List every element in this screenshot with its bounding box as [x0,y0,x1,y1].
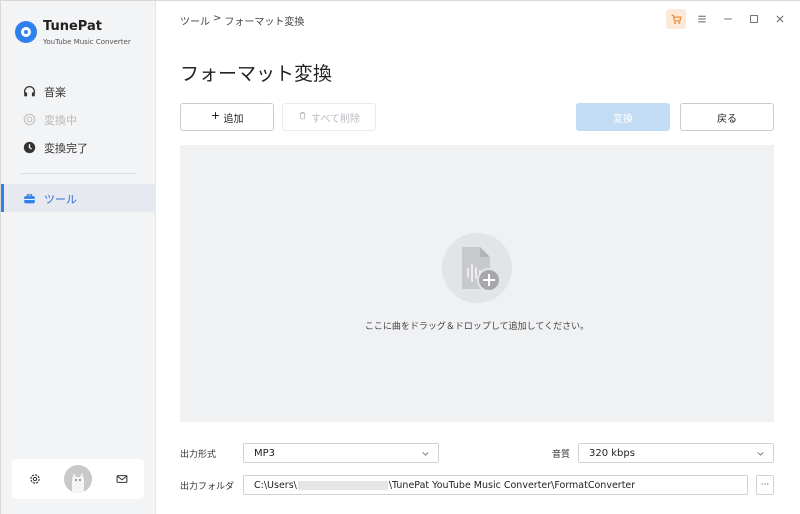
avatar[interactable] [64,465,92,493]
output-folder-suffix: \TunePat YouTube Music Converter\FormatC… [388,479,636,491]
breadcrumb: ツール > フォーマット変換 [180,13,304,28]
delete-all-button[interactable]: すべて削除 [282,103,376,131]
sidebar-bottom-panel [12,459,144,499]
close-icon[interactable] [770,9,790,29]
add-audio-file-icon [442,233,512,303]
minimize-icon[interactable] [718,9,738,29]
chevron-down-icon [755,448,765,458]
breadcrumb-current: フォーマット変換 [224,17,305,28]
headphones-icon [21,83,37,99]
tunepat-logo-icon [15,21,37,43]
app-window: TunePat YouTube Music Converter 音楽 変換中 変… [0,0,800,514]
converting-icon [21,111,37,127]
app-subtitle: YouTube Music Converter [43,38,131,46]
sidebar-item-tools[interactable]: ツール [1,184,156,212]
output-format-value: MP3 [254,447,276,459]
sidebar-divider [21,173,136,174]
maximize-icon[interactable] [744,9,764,29]
browse-folder-button[interactable]: ··· [756,475,774,495]
quality-label: 音質 [552,450,571,460]
sidebar-item-converted[interactable]: 変換完了 [1,133,156,161]
sidebar-item-label: 変換完了 [44,142,88,155]
sidebar-item-converting[interactable]: 変換中 [1,105,156,133]
quality-value: 320 kbps [589,447,635,459]
convert-button[interactable]: 変換 [576,103,670,131]
back-button[interactable]: 戻る [680,103,774,131]
output-folder-label: 出力フォルダ [180,482,235,492]
add-button-label: 追加 [223,113,244,125]
breadcrumb-parent[interactable]: ツール [180,13,210,28]
menu-icon[interactable] [692,9,712,29]
back-button-label: 戻る [717,113,737,125]
titlebar-controls [666,9,790,29]
sidebar: TunePat YouTube Music Converter 音楽 変換中 変… [1,1,156,514]
page-title: フォーマット変換 [180,63,333,85]
sidebar-item-label: 音楽 [44,86,66,99]
clock-icon [21,139,37,155]
sidebar-item-label: 変換中 [44,114,77,127]
toolbox-icon [21,190,37,206]
settings-gear-icon[interactable] [27,471,43,487]
trash-icon [298,111,307,123]
output-format-select[interactable]: MP3 [243,443,439,463]
output-folder-prefix: C:\Users\ [254,479,297,491]
drop-hint: ここに曲をドラッグ＆ドロップして追加してください。 [364,322,590,332]
delete-all-button-label: すべて削除 [311,113,360,125]
output-folder-field[interactable]: C:\Users\ \TunePat YouTube Music Convert… [243,475,748,495]
sidebar-item-music[interactable]: 音楽 [1,77,156,105]
add-button[interactable]: 追加 [180,103,274,131]
quality-select[interactable]: 320 kbps [578,443,774,463]
convert-button-label: 変換 [613,113,633,125]
app-name: TunePat [43,19,102,34]
sidebar-item-label: ツール [44,193,77,206]
drop-zone[interactable]: ここに曲をドラッグ＆ドロップして追加してください。 [180,145,774,422]
redacted-username [297,480,388,490]
mail-icon[interactable] [114,471,130,487]
cart-icon[interactable] [666,9,686,29]
breadcrumb-separator: > [213,13,222,24]
chevron-down-icon [420,448,430,458]
plus-icon [211,111,220,123]
main-panel: ツール > フォーマット変換 フォーマット変換 追加 すべて削除 変換 戻る こ… [156,1,800,514]
output-format-label: 出力形式 [180,450,217,460]
